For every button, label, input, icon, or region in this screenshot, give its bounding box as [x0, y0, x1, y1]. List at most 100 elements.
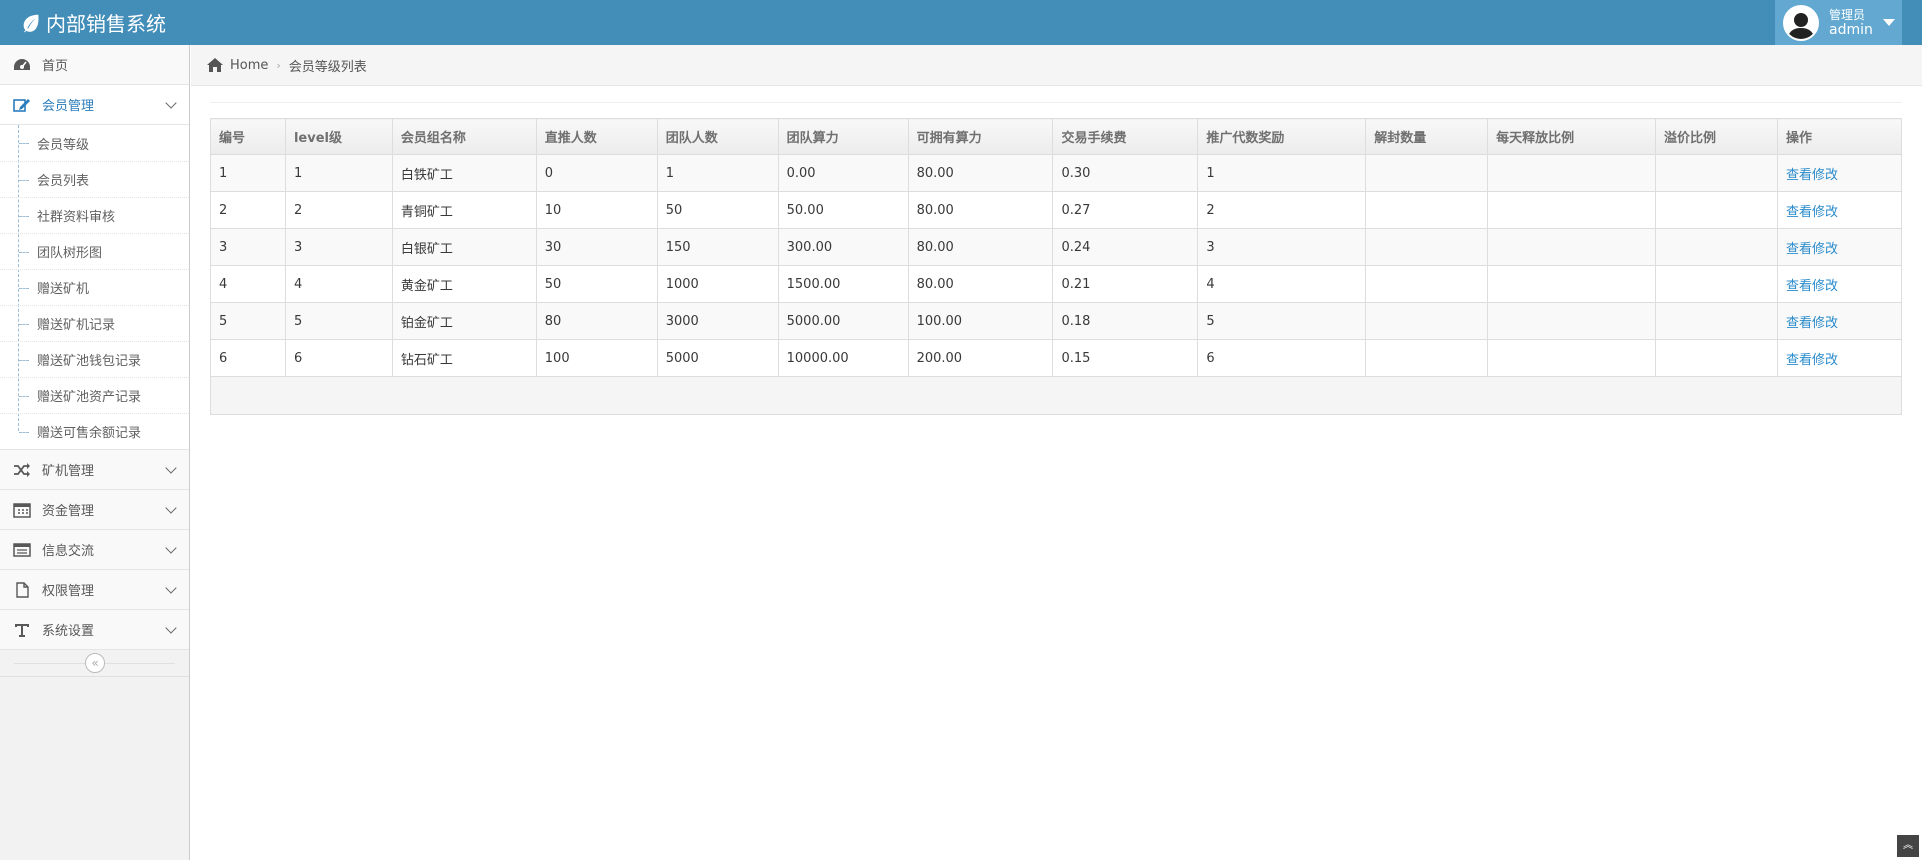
sidebar-item-label: 系统设置: [42, 624, 95, 639]
sub-item-gift-pool-wallet-log[interactable]: 赠送矿池钱包记录: [0, 341, 189, 377]
chevron-down-icon: [165, 97, 177, 109]
sub-item-gift-pool-asset-log[interactable]: 赠送矿池资产记录: [0, 377, 189, 413]
table-cell: 4: [1197, 265, 1367, 303]
sidebar-item-label: 资金管理: [42, 504, 95, 519]
table-cell: 3: [284, 228, 393, 266]
table-cell: 1: [284, 154, 393, 192]
table-cell: 50: [656, 191, 779, 229]
view-edit-link[interactable]: 查看修改: [1776, 339, 1903, 377]
table-cell: 1: [656, 154, 779, 192]
table-cell: [1365, 191, 1489, 229]
view-edit-link[interactable]: 查看修改: [1776, 265, 1903, 303]
table-cell: 0.27: [1052, 191, 1199, 229]
table-cell: [1487, 302, 1657, 340]
table-cell: 0: [535, 154, 658, 192]
content-divider: [210, 102, 1902, 103]
sidebar-item-miners[interactable]: 矿机管理: [0, 450, 189, 490]
sidebar-item-label: 矿机管理: [42, 464, 95, 479]
sidebar-item-settings[interactable]: 系统设置: [0, 610, 189, 650]
scroll-to-top-button[interactable]: ︽: [1897, 835, 1919, 857]
table-cell: 6: [284, 339, 393, 377]
table-cell: [1365, 302, 1489, 340]
submenu-members: 会员等级 会员列表 社群资料审核 团队树形图 赠送矿机 赠送矿机记录 赠送矿池钱…: [0, 125, 189, 450]
table-cell: 5000.00: [777, 302, 909, 340]
table-cell: [1365, 228, 1489, 266]
table-cell: 青铜矿工: [391, 191, 537, 229]
sidebar-item-label: 信息交流: [42, 544, 95, 559]
user-role: 管理员: [1829, 7, 1866, 22]
table-cell: [1365, 265, 1489, 303]
sidebar-item-messages[interactable]: 信息交流: [0, 530, 189, 570]
table-cell: 300.00: [777, 228, 909, 266]
table-cell: 5: [284, 302, 393, 340]
double-angle-up-icon: ︽: [1903, 840, 1913, 851]
table-cell: 1: [1197, 154, 1367, 192]
column-header: 每天释放比例: [1487, 118, 1657, 155]
table-cell: 3: [210, 228, 286, 266]
table-cell: 5: [210, 302, 286, 340]
user-name: admin: [1829, 21, 1873, 38]
table-cell: 80.00: [907, 154, 1054, 192]
view-edit-link[interactable]: 查看修改: [1776, 154, 1903, 192]
table-cell: 200.00: [907, 339, 1054, 377]
sub-item-community-review[interactable]: 社群资料审核: [0, 197, 189, 233]
text-icon: [11, 621, 33, 639]
column-header: 交易手续费: [1052, 118, 1199, 155]
table-cell: 4: [210, 265, 286, 303]
sub-item-team-tree[interactable]: 团队树形图: [0, 233, 189, 269]
table-row: 6 6 钻石矿工 100 5000 10000.00 200.00 0.15 6 查看修改: [210, 339, 1903, 377]
table-cell: [1655, 302, 1778, 340]
user-menu[interactable]: 管理员 admin: [1775, 0, 1902, 45]
table-cell: 0.00: [777, 154, 909, 192]
column-header: level级: [284, 118, 393, 155]
table-row: 5 5 铂金矿工 80 3000 5000.00 100.00 0.18 5 查看修改: [210, 302, 1903, 340]
table-cell: 3: [1197, 228, 1367, 266]
sidebar-item-label: 权限管理: [42, 584, 95, 599]
column-header: 解封数量: [1365, 118, 1489, 155]
table-cell: 100.00: [907, 302, 1054, 340]
sub-item-gift-miner-log[interactable]: 赠送矿机记录: [0, 305, 189, 341]
sub-item-member-level[interactable]: 会员等级: [0, 125, 189, 161]
sub-item-gift-balance-log[interactable]: 赠送可售余额记录: [0, 413, 189, 449]
view-edit-link[interactable]: 查看修改: [1776, 191, 1903, 229]
table-cell: 5000: [656, 339, 779, 377]
table-cell: 4: [284, 265, 393, 303]
view-edit-link[interactable]: 查看修改: [1776, 228, 1903, 266]
table-row: 4 4 黄金矿工 50 1000 1500.00 80.00 0.21 4 查看修改: [210, 265, 1903, 303]
user-icon: [1787, 12, 1815, 39]
sidebar-item-permissions[interactable]: 权限管理: [0, 570, 189, 610]
sidebar-item-funds[interactable]: 资金管理: [0, 490, 189, 530]
app-title: 内部销售系统: [46, 12, 166, 36]
table-cell: [1655, 154, 1778, 192]
table-cell: [1655, 228, 1778, 266]
chevron-right-icon: ›: [276, 58, 281, 72]
sidebar-item-home[interactable]: 首页: [0, 45, 189, 85]
table-cell: 80: [535, 302, 658, 340]
table-cell: [1487, 339, 1657, 377]
sidebar-item-members[interactable]: 会员管理: [0, 85, 189, 125]
column-header: 团队人数: [656, 118, 779, 155]
double-angle-left-icon[interactable]: «: [85, 653, 105, 673]
table-cell: 白银矿工: [391, 228, 537, 266]
table-cell: 30: [535, 228, 658, 266]
table-cell: 白铁矿工: [391, 154, 537, 192]
table-cell: 3000: [656, 302, 779, 340]
breadcrumb-home[interactable]: Home: [230, 58, 268, 73]
column-header: 溢价比例: [1655, 118, 1778, 155]
table-row: 1 1 白铁矿工 0 1 0.00 80.00 0.30 1 查看修改: [210, 154, 1903, 192]
view-edit-link[interactable]: 查看修改: [1776, 302, 1903, 340]
chevron-down-icon: [165, 622, 177, 634]
column-header: 推广代数奖励: [1197, 118, 1367, 155]
sub-item-gift-miner[interactable]: 赠送矿机: [0, 269, 189, 305]
table-cell: [1365, 154, 1489, 192]
table-cell: 5: [1197, 302, 1367, 340]
leaf-icon: [23, 14, 39, 32]
sidebar-item-label: 会员管理: [42, 99, 95, 114]
table-cell: 100: [535, 339, 658, 377]
list-icon: [11, 541, 33, 559]
sidebar-item-label: 首页: [42, 59, 69, 74]
sub-item-member-list[interactable]: 会员列表: [0, 161, 189, 197]
brand[interactable]: 内部销售系统: [20, 0, 166, 45]
sidebar-collapse-bar: «: [0, 650, 189, 677]
calendar-icon: [11, 501, 33, 519]
